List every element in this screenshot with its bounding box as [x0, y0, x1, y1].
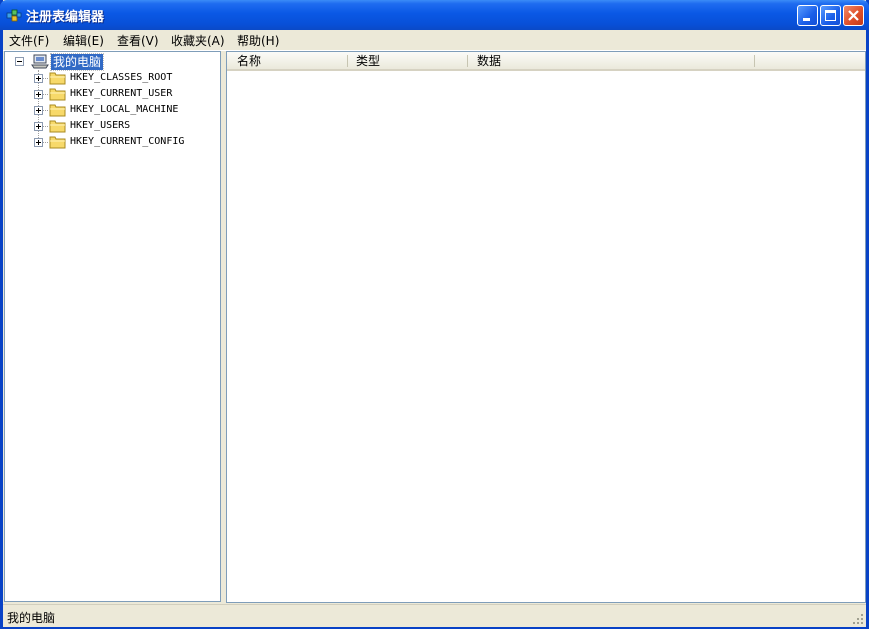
expand-toggle[interactable]: [34, 74, 43, 83]
registry-editor-window: 注册表编辑器 文件(F) 编辑(E) 查看(V) 收藏夹(A) 帮助(H) 我的…: [0, 0, 869, 629]
column-header-type[interactable]: 类型: [356, 52, 380, 69]
folder-icon: [49, 88, 66, 101]
column-divider[interactable]: [754, 55, 755, 67]
close-button[interactable]: [843, 5, 864, 26]
menu-favorites[interactable]: 收藏夹(A): [171, 32, 225, 49]
values-list-pane[interactable]: 名称 类型 数据: [226, 51, 866, 603]
computer-icon: [31, 54, 49, 69]
maximize-icon: [825, 10, 836, 21]
tree-pane[interactable]: 我的电脑 HKEY_CLASSES_ROOT HKEY_CURRENT_USER…: [4, 51, 221, 602]
tree-item-label[interactable]: HKEY_LOCAL_MACHINE: [70, 104, 178, 115]
menu-edit[interactable]: 编辑(E): [63, 32, 104, 49]
resize-grip-icon[interactable]: [852, 613, 864, 625]
tree-root-label[interactable]: 我的电脑: [49, 53, 105, 71]
menu-bar: 文件(F) 编辑(E) 查看(V) 收藏夹(A) 帮助(H): [3, 30, 866, 51]
tree-item-label[interactable]: HKEY_CURRENT_CONFIG: [70, 136, 184, 147]
menu-file[interactable]: 文件(F): [9, 32, 49, 49]
column-header-name[interactable]: 名称: [237, 52, 261, 69]
list-header: 名称 类型 数据: [227, 52, 865, 71]
collapse-toggle[interactable]: [15, 57, 24, 66]
expand-toggle[interactable]: [34, 90, 43, 99]
window-title: 注册表编辑器: [26, 10, 105, 25]
registry-icon: [6, 9, 22, 22]
column-divider[interactable]: [467, 55, 468, 67]
expand-toggle[interactable]: [34, 138, 43, 147]
menu-view[interactable]: 查看(V): [117, 32, 159, 49]
minimize-button[interactable]: [797, 5, 818, 26]
folder-icon: [49, 72, 66, 85]
title-bar[interactable]: 注册表编辑器: [0, 0, 869, 30]
status-text: 我的电脑: [7, 611, 56, 625]
tree-item-label[interactable]: HKEY_CURRENT_USER: [70, 88, 172, 99]
minimize-icon: [803, 18, 810, 21]
expand-toggle[interactable]: [34, 122, 43, 131]
column-divider[interactable]: [347, 55, 348, 67]
close-icon: [848, 10, 859, 21]
status-bar: 我的电脑: [3, 604, 866, 627]
maximize-button[interactable]: [820, 5, 841, 26]
menu-help[interactable]: 帮助(H): [237, 32, 279, 49]
expand-toggle[interactable]: [34, 106, 43, 115]
folder-icon: [49, 120, 66, 133]
tree-item-label[interactable]: HKEY_USERS: [70, 120, 130, 131]
tree-item-label[interactable]: HKEY_CLASSES_ROOT: [70, 72, 172, 83]
folder-icon: [49, 104, 66, 117]
folder-icon: [49, 136, 66, 149]
column-header-data[interactable]: 数据: [477, 52, 501, 69]
